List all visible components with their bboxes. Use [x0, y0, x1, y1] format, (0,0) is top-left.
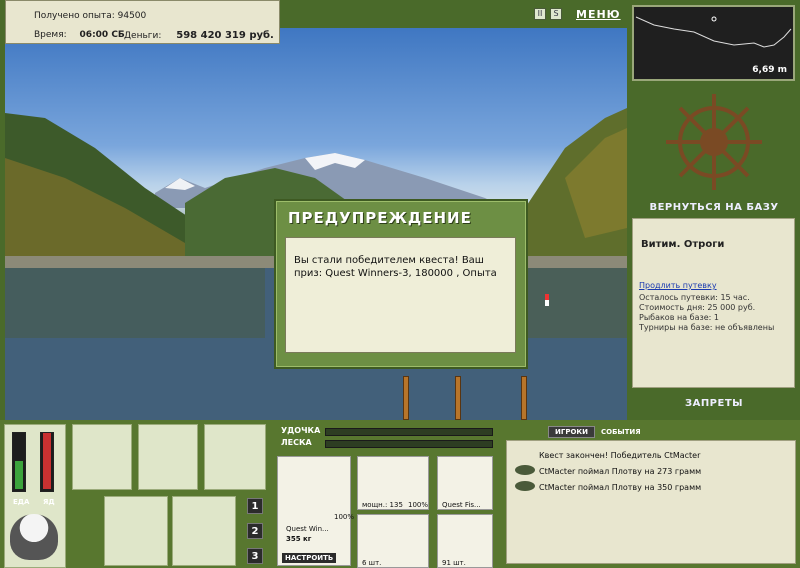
tab-events[interactable]: СОБЫТИЯ	[595, 427, 647, 437]
rod-slot[interactable]: Quest Win... 355 кг 100% НАСТРОИТЬ	[277, 456, 355, 566]
tournaments-info: Турниры на базе: не объявлены	[639, 323, 775, 332]
top-icons: II S	[534, 8, 566, 20]
bait-count: 91 шт.	[442, 559, 466, 567]
money-row: Деньги: 598 420 319 руб.	[124, 30, 274, 41]
hook-slot[interactable]: 6 шт.	[357, 514, 429, 568]
dialog-title: ПРЕДУПРЕЖДЕНИЕ	[288, 209, 472, 227]
rod-name: Quest Win...	[286, 525, 329, 533]
poison-meter	[40, 432, 54, 492]
food-label: ЕДА	[13, 498, 30, 506]
reel-power: мощн.: 135	[362, 501, 403, 509]
bucket-icon[interactable]	[172, 496, 236, 566]
menu-button[interactable]: МЕНЮ	[576, 8, 621, 21]
time-label: Время:	[34, 30, 67, 40]
event-item: Квест закончен! Победитель CtMacter	[539, 451, 701, 460]
poison-label: ЯД	[43, 498, 55, 506]
slot-3-button[interactable]: 3	[247, 548, 263, 564]
permit-left: Осталось путевки: 15 час.	[639, 293, 750, 302]
event-item: CtMacter поймал Плотву на 350 грамм	[539, 483, 702, 492]
exp-value: 94500	[117, 11, 147, 21]
tackle-bag-icon[interactable]	[72, 424, 132, 490]
rod-weight: 355 кг	[286, 535, 312, 543]
fish-icon	[515, 481, 535, 491]
day-cost: Стоимость дня: 25 000 руб.	[639, 303, 756, 312]
exp-label: Получено опыта:	[34, 11, 115, 21]
slot-2-button[interactable]: 2	[247, 523, 263, 539]
tab-players[interactable]: ИГРОКИ	[548, 426, 595, 438]
float-bobber[interactable]	[545, 294, 549, 306]
return-to-base-button[interactable]: ВЕРНУТЬСЯ НА БАЗУ	[628, 202, 800, 213]
event-item: CtMacter поймал Плотву на 273 грамм	[539, 467, 702, 476]
rod-stand-1[interactable]	[403, 376, 409, 420]
poison-meter-fill	[43, 433, 51, 489]
line-label: ЛЕСКА	[281, 438, 312, 447]
time-row: Время: 06:00 СБ	[34, 30, 125, 40]
wheel-graphic	[666, 94, 762, 190]
rod-percent: 100%	[334, 513, 355, 521]
food-meter-fill	[15, 461, 23, 489]
bait-slot[interactable]: 91 шт.	[437, 514, 493, 568]
ship-wheel-icon[interactable]	[628, 90, 800, 220]
events-tabbar: ИГРОКИ СОБЫТИЯ	[548, 426, 647, 438]
money-label: Деньги:	[124, 31, 162, 41]
money-value: 598 420 319 руб.	[176, 30, 274, 41]
fishers-count: Рыбаков на базе: 1	[639, 313, 719, 322]
time-value: 06:00 СБ	[79, 30, 125, 40]
net-icon[interactable]	[204, 424, 266, 490]
base-name: Витим. Отроги	[641, 239, 725, 250]
line-tension-row: ЛЕСКА	[277, 438, 493, 449]
pause-icon[interactable]: II	[534, 8, 546, 20]
cauldron-icon[interactable]	[10, 514, 58, 560]
bobber-marker-icon	[711, 16, 717, 22]
food-meter	[12, 432, 26, 492]
rod-tension-bar	[325, 428, 493, 436]
food-sack-icon[interactable]	[138, 424, 198, 490]
depth-map: 6,69 m	[632, 5, 795, 81]
player-info-panel: Получено опыта: 94500 Время: 06:00 СБ Де…	[5, 0, 280, 44]
exp-row: Получено опыта: 94500	[34, 11, 146, 21]
setup-button[interactable]: НАСТРОИТЬ	[282, 553, 337, 563]
rod-label: УДОЧКА	[281, 426, 321, 435]
rod-tension-row: УДОЧКА	[277, 426, 493, 437]
reel-slot[interactable]: мощн.: 135 100%	[357, 456, 429, 510]
depth-value: 6,69 m	[752, 65, 787, 75]
slot-1-button[interactable]: 1	[247, 498, 263, 514]
rod-stand-3[interactable]	[521, 376, 527, 420]
events-panel: ИГРОКИ СОБЫТИЯ Квест закончен! Победитель…	[500, 420, 800, 568]
hook-count: 6 шт.	[362, 559, 382, 567]
dialog-message: Вы стали победителем квеста! Ваш приз: Q…	[285, 237, 516, 353]
extend-permit-link[interactable]: Продлить путевку	[639, 281, 717, 290]
event-list: Квест закончен! Победитель CtMacter CtMa…	[506, 440, 796, 564]
base-info-panel: Витим. Отроги Продлить путевку Осталось …	[632, 218, 795, 388]
line-name: Quest Fis...	[442, 501, 481, 509]
fish-icon	[515, 465, 535, 475]
basket-icon[interactable]	[104, 496, 168, 566]
sound-icon[interactable]: S	[550, 8, 562, 20]
reel-percent: 100%	[408, 501, 429, 509]
warning-dialog[interactable]: ПРЕДУПРЕЖДЕНИЕ Вы стали победителем квес…	[274, 199, 528, 369]
bans-button[interactable]: ЗАПРЕТЫ	[628, 398, 800, 409]
line-tension-bar	[325, 440, 493, 448]
line-slot[interactable]: Quest Fis...	[437, 456, 493, 510]
rod-stand-2[interactable]	[455, 376, 461, 420]
rod-panel: УДОЧКА ЛЕСКА Quest Win... 355 кг 100% НА…	[277, 424, 497, 568]
